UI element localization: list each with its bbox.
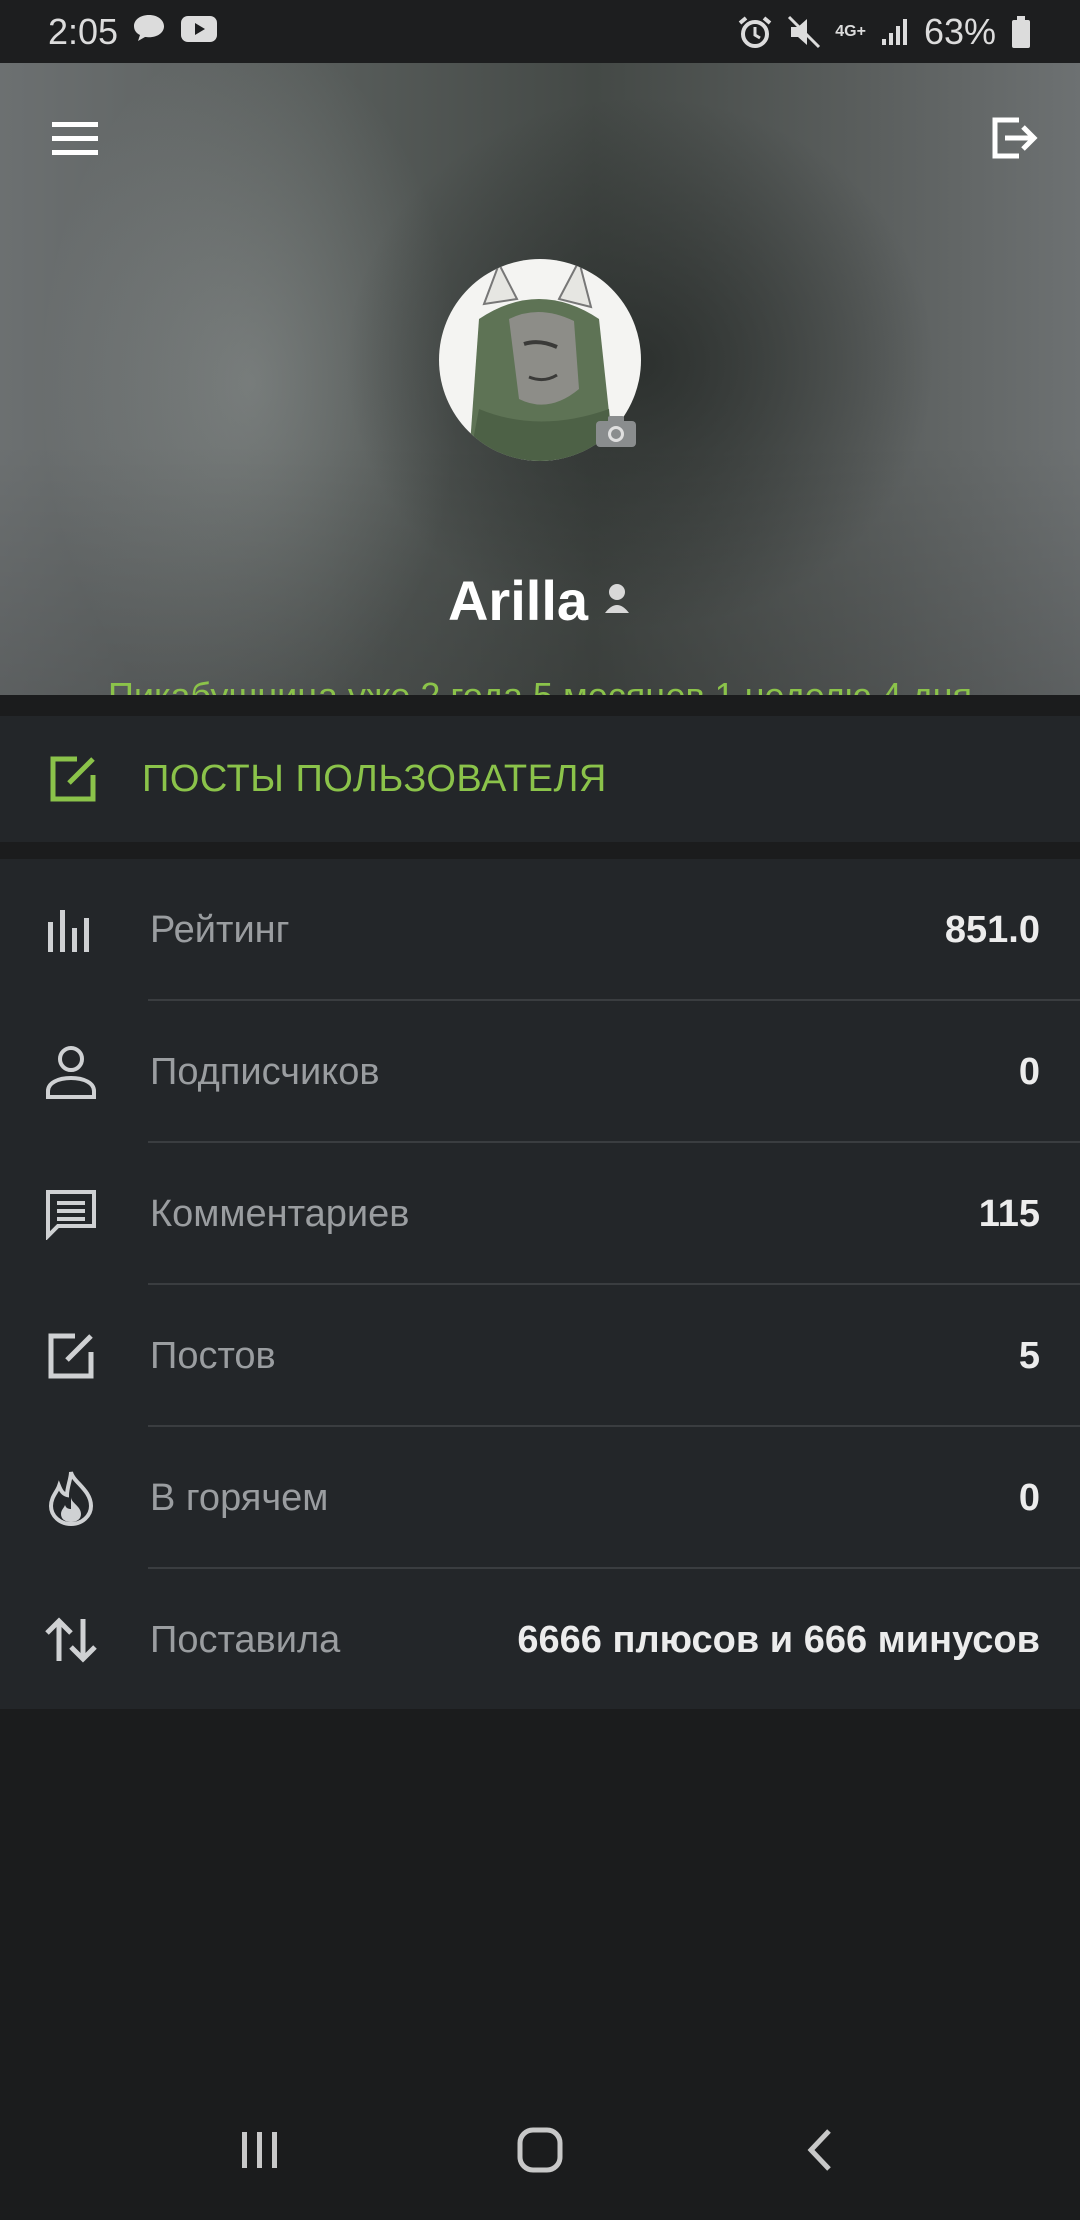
alarm-icon xyxy=(737,15,773,49)
stat-row-comments[interactable]: Комментариев 115 xyxy=(0,1143,1080,1285)
battery-icon xyxy=(1010,15,1032,49)
stat-value: 0 xyxy=(1018,1050,1040,1093)
fire-icon xyxy=(36,1463,106,1533)
system-nav-bar xyxy=(0,2080,1080,2220)
home-icon xyxy=(517,2127,563,2173)
back-icon xyxy=(807,2129,831,2171)
stat-label: Комментариев xyxy=(150,1192,410,1235)
stat-value: 5 xyxy=(1018,1334,1040,1377)
rating-bars-icon xyxy=(36,895,106,965)
edit-square-icon xyxy=(36,1321,106,1391)
stat-label: Постов xyxy=(150,1334,276,1377)
up-down-arrows-icon xyxy=(36,1605,106,1675)
battery-level: 63% xyxy=(923,10,996,52)
home-button[interactable] xyxy=(495,2105,585,2195)
avatar-container[interactable] xyxy=(439,259,641,461)
message-notification-icon xyxy=(132,11,166,53)
hamburger-icon xyxy=(52,122,98,155)
network-type: 4G+ xyxy=(835,22,866,40)
logout-icon xyxy=(992,117,1038,159)
stat-value: 851.0 xyxy=(944,908,1040,951)
youtube-notification-icon xyxy=(180,11,218,53)
profile-header: Arilla Пикабушница уже 2 года 5 месяцев … xyxy=(0,63,1080,695)
person-icon xyxy=(36,1037,106,1107)
stats-list: Рейтинг 851.0 Подписчиков 0 Комментариев… xyxy=(0,859,1080,1709)
menu-button[interactable] xyxy=(40,103,110,173)
stat-row-rating: Рейтинг 851.0 xyxy=(0,859,1080,1001)
edit-square-icon xyxy=(38,744,108,814)
stat-row-votes: Поставила 6666 плюсов и 666 минусов xyxy=(0,1569,1080,1711)
comment-icon xyxy=(36,1179,106,1249)
user-posts-label: ПОСТЫ ПОЛЬЗОВАТЕЛЯ xyxy=(142,757,607,800)
stat-label: Поставила xyxy=(150,1618,341,1661)
mute-icon xyxy=(787,15,821,49)
stat-row-subscribers[interactable]: Подписчиков 0 xyxy=(0,1001,1080,1143)
gender-badge-icon xyxy=(602,581,632,620)
status-time: 2:05 xyxy=(48,10,119,52)
recent-apps-icon xyxy=(242,2132,277,2168)
status-bar: 2:05 4G+ 63% xyxy=(0,0,1080,63)
stat-value: 0 xyxy=(1018,1476,1040,1519)
signal-icon xyxy=(880,17,910,47)
tenure-text: Пикабушница уже 2 года 5 месяцев 1 недел… xyxy=(0,675,1080,695)
username-row: Arilla xyxy=(0,568,1080,633)
user-posts-button[interactable]: ПОСТЫ ПОЛЬЗОВАТЕЛЯ xyxy=(0,716,1080,842)
logout-button[interactable] xyxy=(980,103,1050,173)
stat-value: 6666 плюсов и 666 минусов xyxy=(517,1618,1040,1661)
username: Arilla xyxy=(447,569,589,632)
camera-icon[interactable] xyxy=(591,409,641,453)
stat-row-posts[interactable]: Постов 5 xyxy=(0,1285,1080,1427)
back-button[interactable] xyxy=(775,2105,865,2195)
recent-apps-button[interactable] xyxy=(215,2105,305,2195)
stat-label: Подписчиков xyxy=(150,1050,380,1093)
stat-label: Рейтинг xyxy=(150,908,290,951)
stat-value: 115 xyxy=(978,1192,1040,1235)
stat-label: В горячем xyxy=(150,1476,329,1519)
stat-row-hot[interactable]: В горячем 0 xyxy=(0,1427,1080,1569)
